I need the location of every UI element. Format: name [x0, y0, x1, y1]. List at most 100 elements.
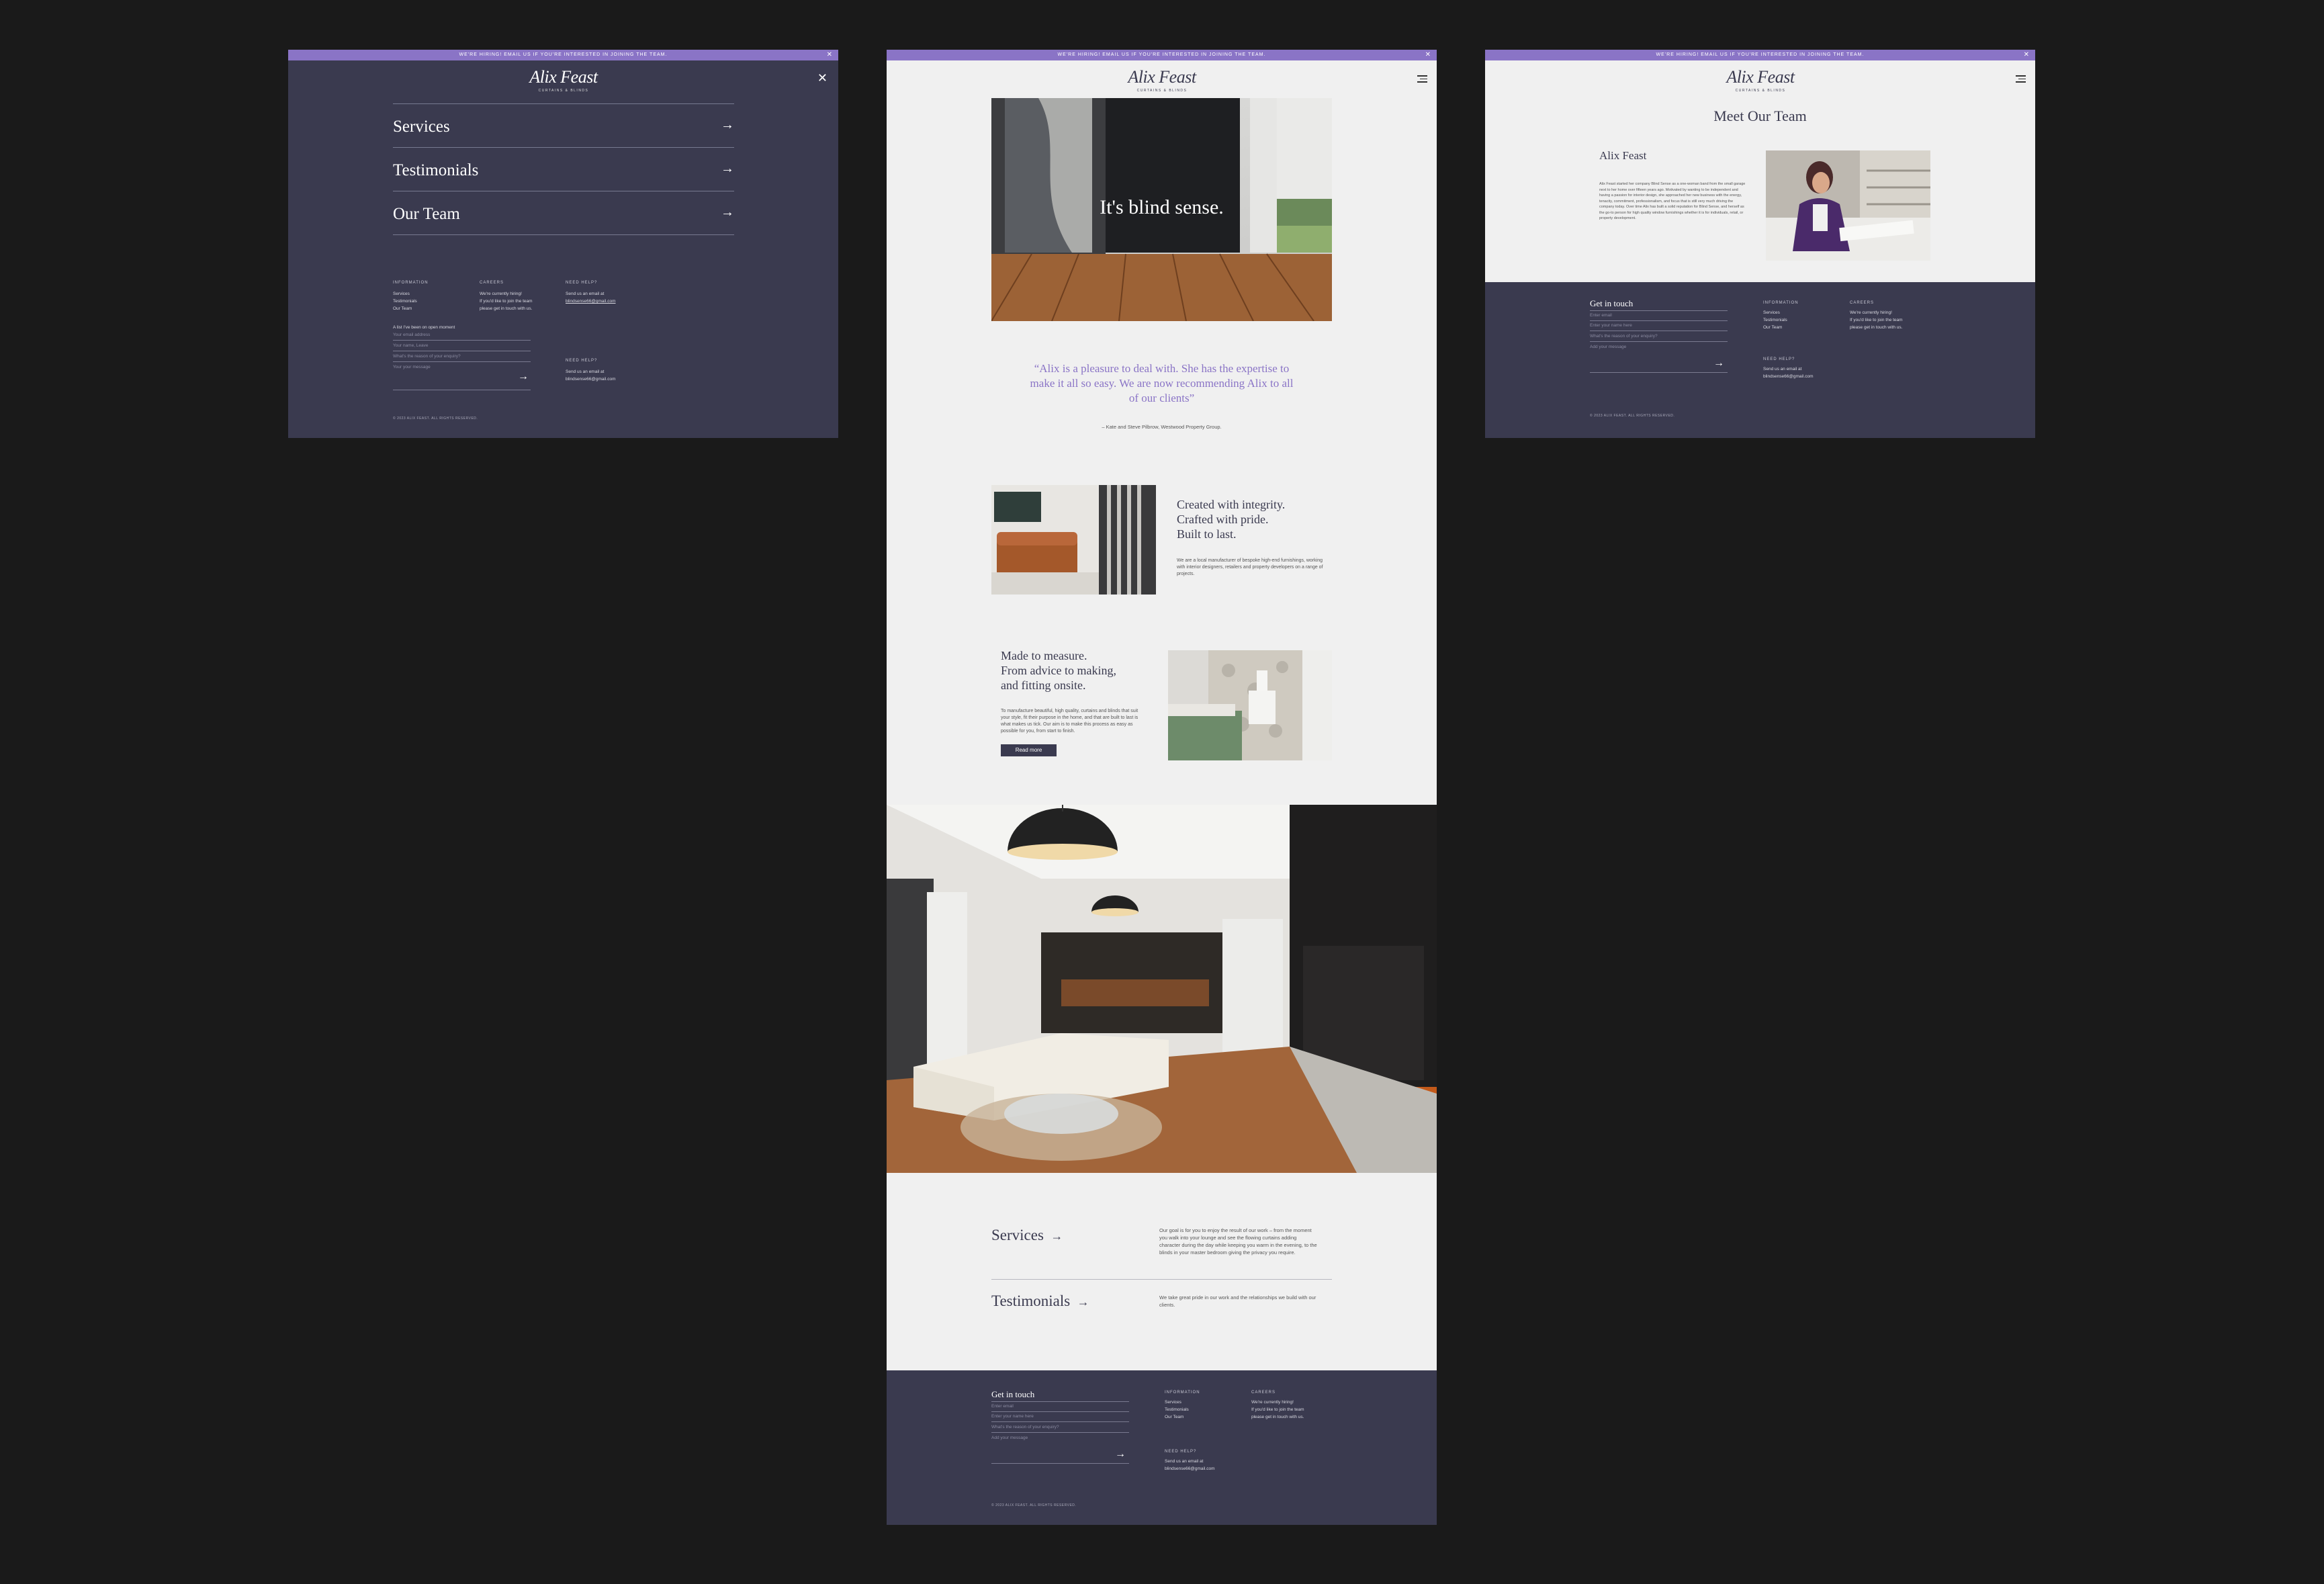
footer-link-services[interactable]: Services: [1763, 309, 1787, 316]
reason-field[interactable]: What's the reason of your enquiry?: [393, 352, 531, 362]
name-field[interactable]: Enter your name here: [991, 1412, 1129, 1422]
submit-arrow-icon[interactable]: →: [1115, 1448, 1126, 1460]
footer-link-services[interactable]: Services: [1165, 1399, 1189, 1406]
footer-link-testimonials[interactable]: Testimonials: [1165, 1406, 1189, 1413]
reason-field[interactable]: What's the reason of your enquiry?: [991, 1423, 1129, 1433]
testimonials-link-label: Testimonials: [991, 1292, 1071, 1309]
heading-line: Created with integrity.: [1177, 498, 1286, 511]
menu-item-testimonials[interactable]: Testimonials →: [393, 148, 734, 191]
message-field[interactable]: Add your message: [991, 1434, 1129, 1464]
footer-link-testimonials[interactable]: Testimonials: [1763, 316, 1787, 324]
email-link[interactable]: blindsense66@gmail.com: [566, 298, 616, 305]
information-label: Information: [1165, 1391, 1200, 1395]
team-screen: We're hiring! Email us if you're interes…: [1485, 50, 2035, 438]
bedroom-image: [1168, 650, 1332, 760]
footer-link-our-team[interactable]: Our Team: [393, 305, 417, 312]
close-icon[interactable]: ✕: [2024, 50, 2030, 60]
need-help-label: Need help?: [566, 359, 598, 363]
menu-item-services[interactable]: Services →: [393, 104, 734, 148]
email-field[interactable]: Enter email: [991, 1401, 1129, 1412]
arrow-right-icon: →: [1051, 1229, 1063, 1243]
help-text: Send us an email at blindsense66@gmail.c…: [566, 290, 616, 305]
get-in-touch-heading: Get in touch: [991, 1389, 1035, 1399]
logo[interactable]: Alix Feast Curtains & Blinds: [1108, 67, 1216, 93]
footer-link-our-team[interactable]: Our Team: [1763, 324, 1787, 331]
logo[interactable]: Alix Feast Curtains & Blinds: [510, 67, 617, 93]
need-help-label: Need help?: [1165, 1450, 1197, 1454]
email-field[interactable]: Your email address: [393, 331, 531, 341]
page-title: Meet Our Team: [1713, 107, 1807, 124]
hero-image: It's blind sense.: [991, 98, 1332, 321]
site-footer: Get in touch Enter email Enter your name…: [887, 1370, 1437, 1525]
heading-line: and fitting onsite.: [1001, 678, 1086, 692]
logo-subtitle: Curtains & Blinds: [538, 89, 589, 93]
arrow-right-icon: →: [721, 205, 734, 220]
email-link[interactable]: blindsense66@gmail.com: [566, 376, 616, 383]
menu-item-our-team[interactable]: Our Team →: [393, 191, 734, 235]
submit-arrow-icon[interactable]: →: [1713, 357, 1724, 369]
close-icon[interactable]: ✕: [1425, 50, 1431, 60]
logo-name: Alix Feast: [529, 67, 598, 87]
living-room-image: [887, 805, 1437, 1173]
menu-icon[interactable]: [1417, 75, 1427, 83]
careers-line: If you'd like to join the team: [480, 299, 533, 304]
information-links: Services Testimonials Our Team: [393, 290, 417, 312]
living-room-photo: [887, 805, 1437, 1173]
careers-line: We're currently hiring!: [1251, 1400, 1294, 1405]
menu-item-label: Our Team: [393, 205, 460, 223]
message-field[interactable]: Add your message: [1590, 343, 1728, 373]
arrow-right-icon: →: [721, 118, 734, 132]
information-links: Services Testimonials Our Team: [1165, 1399, 1189, 1421]
close-icon[interactable]: ✕: [827, 50, 833, 60]
get-in-touch-heading: Get in touch: [1590, 298, 1634, 308]
heading-line: Built to last.: [1177, 527, 1237, 541]
email-field[interactable]: Enter email: [1590, 310, 1728, 321]
logo-subtitle: Curtains & Blinds: [1136, 89, 1188, 93]
footer-link-our-team[interactable]: Our Team: [1165, 1413, 1189, 1421]
email-link[interactable]: blindsense66@gmail.com: [1165, 1465, 1215, 1472]
careers-label: Careers: [480, 281, 504, 285]
footer-link-services[interactable]: Services: [393, 290, 417, 298]
banner-text: We're hiring! Email us if you're interes…: [459, 52, 668, 57]
menu-item-label: Services: [393, 118, 450, 136]
close-icon[interactable]: ✕: [817, 71, 828, 85]
site-footer: Get in touch Enter email Enter your name…: [1485, 282, 2035, 438]
team-photo: [1766, 150, 1930, 261]
arrow-right-icon: →: [721, 161, 734, 176]
name-field[interactable]: Your name, Leave: [393, 341, 531, 351]
services-link[interactable]: Services →: [991, 1227, 1063, 1244]
reason-field[interactable]: What's the reason of your enquiry?: [1590, 332, 1728, 342]
hiring-banner[interactable]: We're hiring! Email us if you're interes…: [288, 50, 838, 60]
message-field[interactable]: Your your message: [393, 363, 531, 390]
careers-text: We're currently hiring! If you'd like to…: [480, 290, 533, 312]
footer-link-testimonials[interactable]: Testimonials: [393, 298, 417, 305]
careers-line: please get in touch with us.: [1251, 1415, 1304, 1419]
divider: [991, 1279, 1332, 1280]
help-line: Send us an email at: [1763, 367, 1802, 371]
help-line: Send us an email at: [1165, 1459, 1204, 1464]
hiring-banner[interactable]: We're hiring! Email us if you're interes…: [887, 50, 1437, 60]
services-link-label: Services: [991, 1227, 1044, 1243]
hiring-banner[interactable]: We're hiring! Email us if you're interes…: [1485, 50, 2035, 60]
careers-text: We're currently hiring! If you'd like to…: [1251, 1399, 1304, 1421]
name-field[interactable]: Enter your name here: [1590, 321, 1728, 331]
need-help-label: Need help?: [566, 281, 598, 285]
menu-item-label: Testimonials: [393, 161, 479, 179]
careers-line: If you'd like to join the team: [1850, 318, 1903, 322]
menu-screen: We're hiring! Email us if you're interes…: [288, 50, 838, 438]
logo-name: Alix Feast: [1726, 67, 1795, 87]
sofa-photo: [991, 485, 1156, 595]
careers-line: We're currently hiring!: [480, 292, 522, 296]
feature-1-body: We are a local manufacturer of bespoke h…: [1177, 558, 1323, 576]
testimonials-link[interactable]: Testimonials →: [991, 1292, 1089, 1310]
services-description: Our goal is for you to enjoy the result …: [1159, 1227, 1317, 1256]
logo[interactable]: Alix Feast Curtains & Blinds: [1707, 67, 1814, 93]
read-more-button[interactable]: Read more: [1001, 744, 1057, 756]
menu-icon[interactable]: [2016, 75, 2026, 83]
email-link[interactable]: blindsense66@gmail.com: [1763, 373, 1814, 380]
feature-1-heading: Created with integrity. Crafted with pri…: [1177, 497, 1285, 541]
submit-arrow-icon[interactable]: →: [518, 371, 529, 383]
logo-subtitle: Curtains & Blinds: [1735, 89, 1786, 93]
feature-2-body: To manufacture beautiful, high quality, …: [1001, 709, 1138, 734]
help-line: Send us an email at: [566, 369, 605, 374]
